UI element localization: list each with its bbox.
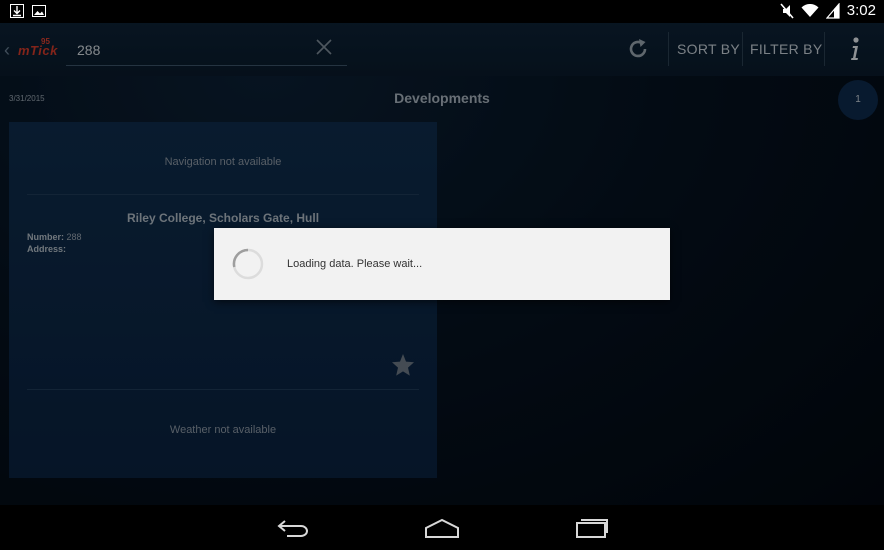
spinner-icon: [232, 248, 264, 280]
status-bar: 3:02: [0, 0, 884, 23]
image-icon: [32, 5, 46, 17]
loading-dialog: Loading data. Please wait...: [214, 228, 670, 300]
clock: 3:02: [846, 2, 876, 19]
battery-icon: [825, 2, 840, 19]
back-icon[interactable]: [275, 517, 311, 539]
wifi-icon: [801, 3, 819, 17]
home-icon[interactable]: [424, 517, 460, 539]
system-nav-bar: [0, 505, 884, 550]
recent-apps-icon[interactable]: [573, 517, 609, 539]
mute-icon: [780, 2, 794, 19]
loading-message: Loading data. Please wait...: [287, 258, 423, 270]
download-icon: [10, 4, 24, 18]
